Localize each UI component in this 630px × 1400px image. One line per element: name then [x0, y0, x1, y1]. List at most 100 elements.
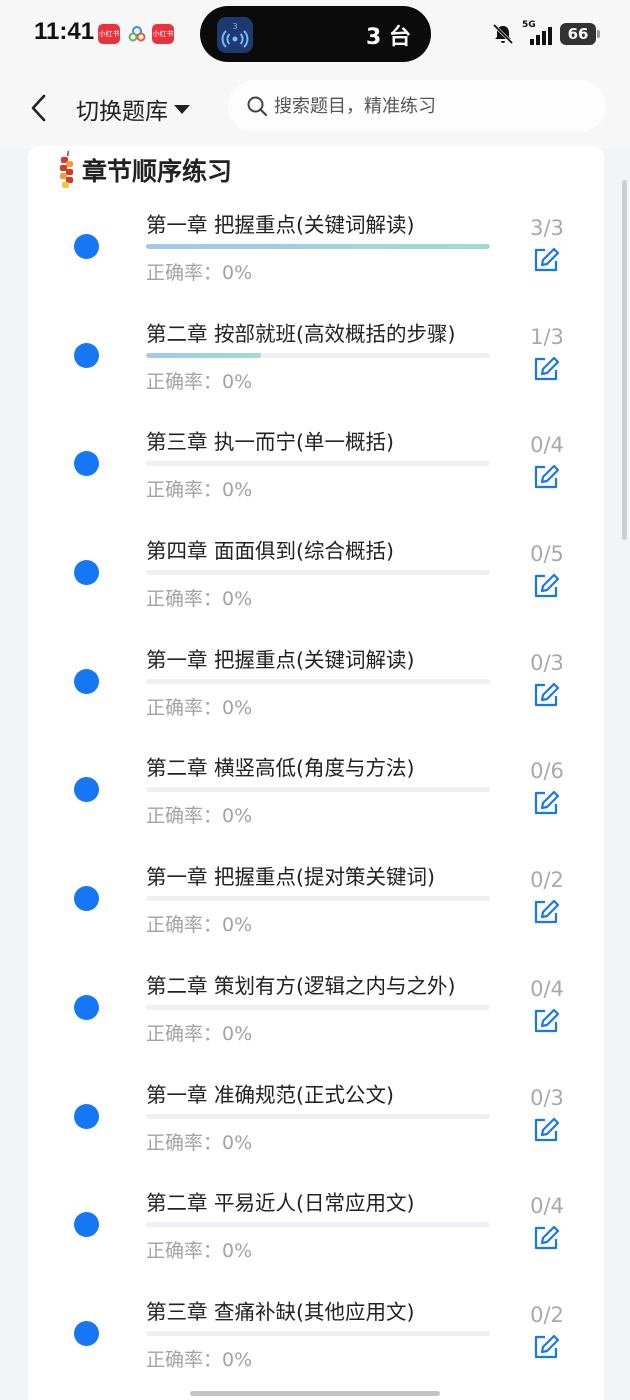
chapter-progress-bar [146, 461, 490, 467]
chapter-progress-bar [146, 787, 490, 793]
edit-practice-icon[interactable] [532, 572, 560, 600]
chapter-accuracy: 正确率：0% [146, 1240, 253, 1263]
chapter-item[interactable]: 第二章 按部就班(高效概括的步骤) 正确率：0% 1/3 [0, 313, 630, 422]
island-device-count: 3 台 [366, 25, 411, 50]
connection-icon: 3 [217, 17, 253, 53]
chapter-item[interactable]: 第一章 准确规范(正式公文) 正确率：0% 0/3 [0, 1074, 630, 1183]
search-icon [247, 96, 268, 117]
home-indicator[interactable] [190, 1391, 440, 1396]
caret-down-icon [174, 104, 190, 114]
edit-practice-icon[interactable] [532, 898, 560, 926]
chapter-count: 0/4 [530, 433, 564, 458]
edit-practice-icon[interactable] [532, 1333, 560, 1361]
chapter-count: 1/3 [530, 324, 564, 349]
top-nav: 切换题库 [0, 68, 630, 148]
chapter-progress-bar [146, 352, 490, 358]
chapter-dot-icon [74, 668, 99, 694]
chapter-count: 0/3 [530, 1085, 564, 1110]
chapter-accuracy: 正确率：0% [146, 805, 253, 828]
chapter-dot-icon [74, 342, 99, 368]
edit-practice-icon[interactable] [532, 1116, 560, 1144]
chapter-progress-fill [146, 352, 261, 358]
chapter-count: 0/3 [530, 650, 564, 675]
chapter-count: 0/6 [530, 759, 564, 784]
chapter-dot-icon [74, 886, 99, 912]
chapter-title: 第一章 准确规范(正式公文) [146, 1082, 395, 1107]
chapter-title: 第三章 执一而宁(单一概括) [146, 430, 395, 455]
chapter-accuracy: 正确率：0% [146, 262, 253, 284]
status-indicators: 5G 66 [492, 20, 600, 48]
chapter-accuracy: 正确率：0% [146, 588, 253, 611]
cloud-notification-icon [126, 24, 148, 44]
status-time: 11:41 [34, 18, 95, 45]
edit-practice-icon[interactable] [532, 1007, 560, 1035]
chapter-count: 0/4 [530, 976, 564, 1001]
battery-icon: 66 [560, 23, 600, 45]
search-box[interactable] [228, 80, 606, 132]
chapter-item[interactable]: 第一章 把握重点(关键词解读) 正确率：0% 3/3 [0, 204, 630, 313]
dynamic-island[interactable]: 3 3 台 [200, 6, 431, 62]
chapter-item[interactable]: 第一章 把握重点(关键词解读) 正确率：0% 0/3 [0, 639, 630, 748]
switch-bank-label: 切换题库 [76, 99, 168, 125]
chapter-accuracy: 正确率：0% [146, 1348, 253, 1371]
search-input[interactable] [274, 95, 594, 117]
chapter-item[interactable]: 第二章 横竖高低(角度与方法) 正确率：0% 0/6 [0, 747, 630, 856]
chapter-title: 第二章 策划有方(逻辑之内与之外) [146, 973, 456, 998]
signal-icon: 5G [522, 20, 552, 46]
chapter-progress-bar [146, 1113, 490, 1119]
chapter-count: 3/3 [530, 216, 564, 240]
xiaohongshu-notification-icon: 小红书 [98, 24, 120, 44]
chapter-item[interactable]: 第二章 平易近人(日常应用文) 正确率：0% 0/4 [0, 1182, 630, 1291]
chapter-progress-bar [146, 244, 490, 249]
chapter-title: 第一章 把握重点(提对策关键词) [146, 865, 436, 890]
switch-bank-dropdown[interactable]: 切换题库 [76, 92, 190, 126]
chapter-dot-icon [74, 994, 99, 1020]
edit-practice-icon[interactable] [532, 681, 560, 709]
chapter-count: 0/5 [530, 542, 564, 567]
chapter-progress-bar [146, 1222, 490, 1228]
status-bar: 11:41 小红书 小红书 3 3 台 5G 66 [0, 0, 630, 68]
edit-practice-icon[interactable] [532, 355, 560, 383]
chapter-item[interactable]: 第三章 查痛补缺(其他应用文) 正确率：0% 0/2 [0, 1291, 630, 1400]
chapter-title: 第一章 把握重点(关键词解读) [146, 647, 415, 672]
chapter-accuracy: 正确率：0% [146, 1022, 253, 1045]
chapter-dot-icon [74, 234, 99, 259]
chapter-title: 第四章 面面俱到(综合概括) [146, 539, 395, 564]
chapter-title: 第二章 平易近人(日常应用文) [146, 1191, 415, 1216]
chapter-count: 0/2 [530, 868, 564, 893]
mute-bell-icon [492, 23, 514, 45]
chapter-count: 0/4 [530, 1194, 564, 1219]
chapter-accuracy: 正确率：0% [146, 914, 253, 937]
chapter-item[interactable]: 第四章 面面俱到(综合概括) 正确率：0% 0/5 [0, 530, 630, 639]
chapter-dot-icon [74, 777, 99, 803]
chapter-title: 第二章 横竖高低(角度与方法) [146, 756, 415, 781]
chapter-dot-icon [74, 451, 99, 477]
edit-practice-icon[interactable] [532, 246, 560, 274]
xiaohongshu-notification-icon-2: 小红书 [152, 24, 174, 44]
chapter-accuracy: 正确率：0% [146, 1131, 253, 1154]
chapter-progress-bar [146, 896, 490, 902]
island-badge: 3 [232, 22, 237, 31]
section-header: 章节顺序练习 [56, 150, 232, 190]
firecracker-icon [60, 150, 73, 188]
chapter-progress-bar [146, 1004, 490, 1010]
chapter-item[interactable]: 第一章 把握重点(提对策关键词) 正确率：0% 0/2 [0, 856, 630, 965]
chapter-dot-icon [74, 560, 99, 586]
section-title: 章节顺序练习 [82, 157, 233, 186]
chapter-item[interactable]: 第二章 策划有方(逻辑之内与之外) 正确率：0% 0/4 [0, 965, 630, 1074]
chapter-progress-bar [146, 1330, 490, 1336]
chapter-progress-bar [146, 678, 490, 684]
chapter-title: 第三章 查痛补缺(其他应用文) [146, 1299, 415, 1324]
edit-practice-icon[interactable] [532, 789, 560, 817]
chapter-item[interactable]: 第三章 执一而宁(单一概括) 正确率：0% 0/4 [0, 421, 630, 530]
edit-practice-icon[interactable] [532, 1224, 560, 1252]
chapter-list: 第一章 把握重点(关键词解读) 正确率：0% 3/3 第二章 按部就班(高效概括的步骤… [0, 204, 630, 1400]
chapter-progress-bar [146, 570, 490, 576]
chapter-title: 第一章 把握重点(关键词解读) [146, 213, 415, 237]
chapter-dot-icon [74, 1103, 99, 1129]
chapter-dot-icon [74, 1212, 99, 1238]
back-arrow-icon[interactable] [26, 90, 52, 126]
edit-practice-icon[interactable] [532, 463, 560, 491]
chapter-title: 第二章 按部就班(高效概括的步骤) [146, 321, 456, 346]
chapter-accuracy: 正确率：0% [146, 696, 253, 719]
